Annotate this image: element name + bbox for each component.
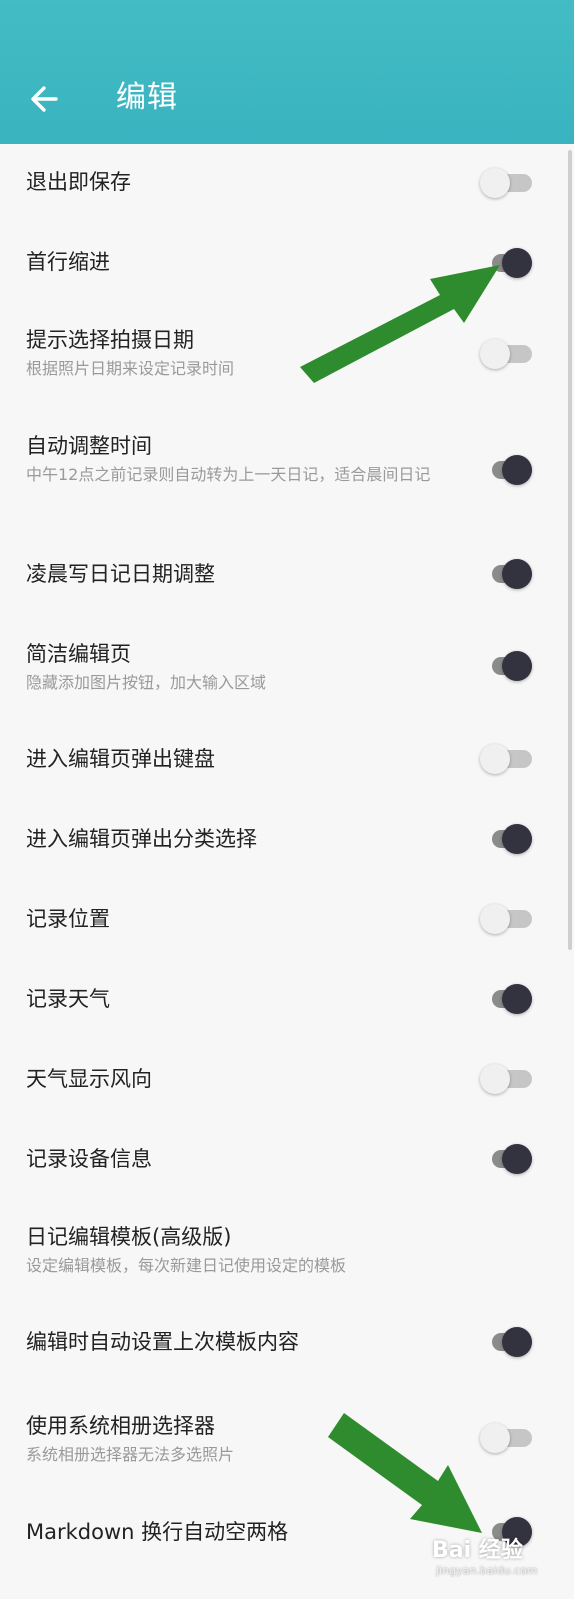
setting-row-weather-wind[interactable]: 天气显示风向 bbox=[0, 1038, 574, 1118]
toggle-switch[interactable] bbox=[480, 163, 536, 203]
arrow-left-icon bbox=[31, 86, 58, 112]
back-button[interactable] bbox=[26, 80, 64, 118]
setting-description: 中午12点之前记录则自动转为上一天日记，适合晨间日记 bbox=[26, 465, 431, 484]
setting-description: 隐藏添加图片按钮，加大输入区域 bbox=[26, 673, 267, 692]
toggle-switch[interactable] bbox=[480, 739, 536, 779]
app-bar: 编辑 bbox=[0, 0, 574, 144]
watermark-url: jingyan.baidu.com bbox=[436, 1564, 538, 1577]
setting-label: Markdown 换行自动空两格 bbox=[26, 1520, 289, 1544]
setting-row-exit-save[interactable]: 退出即保存 bbox=[0, 144, 574, 224]
setting-label: 凌晨写日记日期调整 bbox=[26, 562, 215, 586]
setting-row-popup-category[interactable]: 进入编辑页弹出分类选择 bbox=[0, 798, 574, 878]
setting-row-popup-keyboard[interactable]: 进入编辑页弹出键盘 bbox=[0, 716, 574, 798]
setting-label: 退出即保存 bbox=[26, 170, 131, 194]
setting-label: 记录位置 bbox=[26, 907, 110, 931]
scrollbar[interactable] bbox=[568, 150, 572, 950]
setting-label: 天气显示风向 bbox=[26, 1067, 152, 1091]
setting-row-system-album[interactable]: 使用系统相册选择器 系统相册选择器无法多选照片 bbox=[0, 1386, 574, 1490]
setting-label: 记录天气 bbox=[26, 987, 110, 1011]
toggle-switch[interactable] bbox=[480, 243, 536, 283]
setting-label: 首行缩进 bbox=[26, 250, 110, 274]
toggle-switch[interactable] bbox=[480, 1139, 536, 1179]
setting-row-device-info[interactable]: 记录设备信息 bbox=[0, 1118, 574, 1198]
setting-label: 自动调整时间 bbox=[26, 434, 152, 458]
toggle-switch[interactable] bbox=[480, 450, 536, 490]
watermark: Bai 经验 jingyan.baidu.com bbox=[432, 1528, 572, 1598]
setting-label: 进入编辑页弹出键盘 bbox=[26, 747, 215, 771]
setting-label: 进入编辑页弹出分类选择 bbox=[26, 827, 257, 851]
setting-row-simple-edit-page[interactable]: 简洁编辑页 隐藏添加图片按钮，加大输入区域 bbox=[0, 614, 574, 716]
toggle-switch[interactable] bbox=[480, 1059, 536, 1099]
setting-row-first-line-indent[interactable]: 首行缩进 bbox=[0, 224, 574, 304]
toggle-switch[interactable] bbox=[480, 899, 536, 939]
setting-description: 根据照片日期来设定记录时间 bbox=[26, 359, 235, 378]
setting-label: 日记编辑模板(高级版) bbox=[26, 1225, 232, 1249]
watermark-text: Bai 经验 bbox=[432, 1538, 523, 1563]
toggle-switch[interactable] bbox=[480, 1322, 536, 1362]
setting-label: 简洁编辑页 bbox=[26, 642, 131, 666]
toggle-switch[interactable] bbox=[480, 979, 536, 1019]
toggle-switch[interactable] bbox=[480, 819, 536, 859]
setting-description: 系统相册选择器无法多选照片 bbox=[26, 1445, 235, 1464]
setting-label: 编辑时自动设置上次模板内容 bbox=[26, 1330, 299, 1354]
setting-row-edit-template[interactable]: 日记编辑模板(高级版) 设定编辑模板，每次新建日记使用设定的模板 bbox=[0, 1198, 574, 1302]
setting-label: 记录设备信息 bbox=[26, 1147, 152, 1171]
setting-row-early-morning-date[interactable]: 凌晨写日记日期调整 bbox=[0, 534, 574, 614]
toggle-switch[interactable] bbox=[480, 1418, 536, 1458]
setting-row-photo-date[interactable]: 提示选择拍摄日期 根据照片日期来设定记录时间 bbox=[0, 304, 574, 404]
setting-label: 提示选择拍摄日期 bbox=[26, 328, 194, 352]
setting-row-record-location[interactable]: 记录位置 bbox=[0, 878, 574, 958]
toggle-switch[interactable] bbox=[480, 554, 536, 594]
toggle-switch[interactable] bbox=[480, 334, 536, 374]
setting-row-auto-last-template[interactable]: 编辑时自动设置上次模板内容 bbox=[0, 1302, 574, 1386]
setting-row-auto-adjust-time[interactable]: 自动调整时间 中午12点之前记录则自动转为上一天日记，适合晨间日记 bbox=[0, 404, 574, 534]
setting-label: 使用系统相册选择器 bbox=[26, 1414, 215, 1438]
page-title: 编辑 bbox=[116, 80, 178, 115]
setting-description: 设定编辑模板，每次新建日记使用设定的模板 bbox=[26, 1256, 347, 1275]
toggle-switch[interactable] bbox=[480, 646, 536, 686]
setting-row-record-weather[interactable]: 记录天气 bbox=[0, 958, 574, 1038]
